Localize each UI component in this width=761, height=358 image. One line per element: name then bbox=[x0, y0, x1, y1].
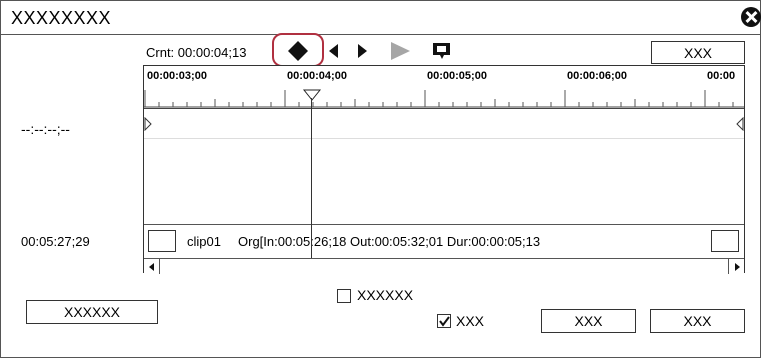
checkbox-2[interactable] bbox=[437, 314, 451, 328]
clip-name: clip01 bbox=[187, 234, 221, 249]
play-icon[interactable] bbox=[388, 40, 412, 62]
checkmark-icon bbox=[439, 316, 450, 327]
out-point-icon bbox=[736, 117, 744, 131]
scroll-right-icon bbox=[734, 262, 740, 271]
scroll-left-button[interactable] bbox=[144, 259, 160, 274]
timeline-panel[interactable]: 00:00:03;00 00:00:04;00 00:00:05;00 00:0… bbox=[143, 65, 745, 274]
cancel-button[interactable]: XXX bbox=[650, 309, 745, 333]
clip-info: Org[In:00:05:26;18 Out:00:05:32;01 Dur:0… bbox=[238, 234, 541, 249]
ruler-ticks bbox=[144, 89, 744, 108]
checkbox-2-label: XXX bbox=[456, 313, 485, 329]
scroll-left-icon bbox=[148, 262, 154, 271]
time-bottom-label: 00:05:27;29 bbox=[21, 234, 90, 249]
time-ruler[interactable]: 00:00:03;00 00:00:04;00 00:00:05;00 00:0… bbox=[144, 66, 744, 109]
loop-preview-icon[interactable] bbox=[431, 41, 453, 61]
previous-keyframe-icon[interactable] bbox=[327, 42, 341, 60]
playhead-line[interactable] bbox=[311, 98, 312, 258]
ruler-label: 00:00 bbox=[707, 70, 736, 82]
window-title: XXXXXXXX bbox=[11, 8, 112, 28]
next-keyframe-icon[interactable] bbox=[355, 42, 369, 60]
scroll-right-button[interactable] bbox=[728, 259, 744, 274]
clip-thumbnail-end bbox=[711, 230, 739, 252]
ruler-label: 00:00:06;00 bbox=[567, 70, 627, 82]
close-icon[interactable] bbox=[741, 7, 761, 27]
clip-thumbnail-start bbox=[148, 230, 176, 252]
keyframe-track[interactable] bbox=[144, 109, 744, 139]
checkbox-1-label: XXXXXX bbox=[357, 287, 414, 303]
time-top-label: --:--:--;-- bbox=[21, 121, 70, 137]
in-point-icon bbox=[144, 117, 152, 131]
ruler-label: 00:00:04;00 bbox=[287, 70, 347, 82]
top-right-button[interactable]: XXX bbox=[651, 41, 745, 64]
add-keyframe-icon[interactable] bbox=[286, 39, 310, 63]
title-bar: XXXXXXXX bbox=[1, 1, 760, 35]
ruler-label: 00:00:05;00 bbox=[427, 70, 487, 82]
horizontal-scrollbar[interactable] bbox=[144, 258, 744, 274]
ok-button[interactable]: XXX bbox=[541, 309, 636, 333]
bottom-left-button[interactable]: XXXXXX bbox=[26, 300, 158, 324]
current-time-label: Crnt: 00:00:04;13 bbox=[146, 45, 247, 60]
ruler-label: 00:00:03;00 bbox=[147, 70, 207, 82]
checkbox-1[interactable] bbox=[337, 289, 351, 303]
clip-row[interactable]: clip01 Org[In:00:05:26;18 Out:00:05:32;0… bbox=[144, 224, 744, 258]
